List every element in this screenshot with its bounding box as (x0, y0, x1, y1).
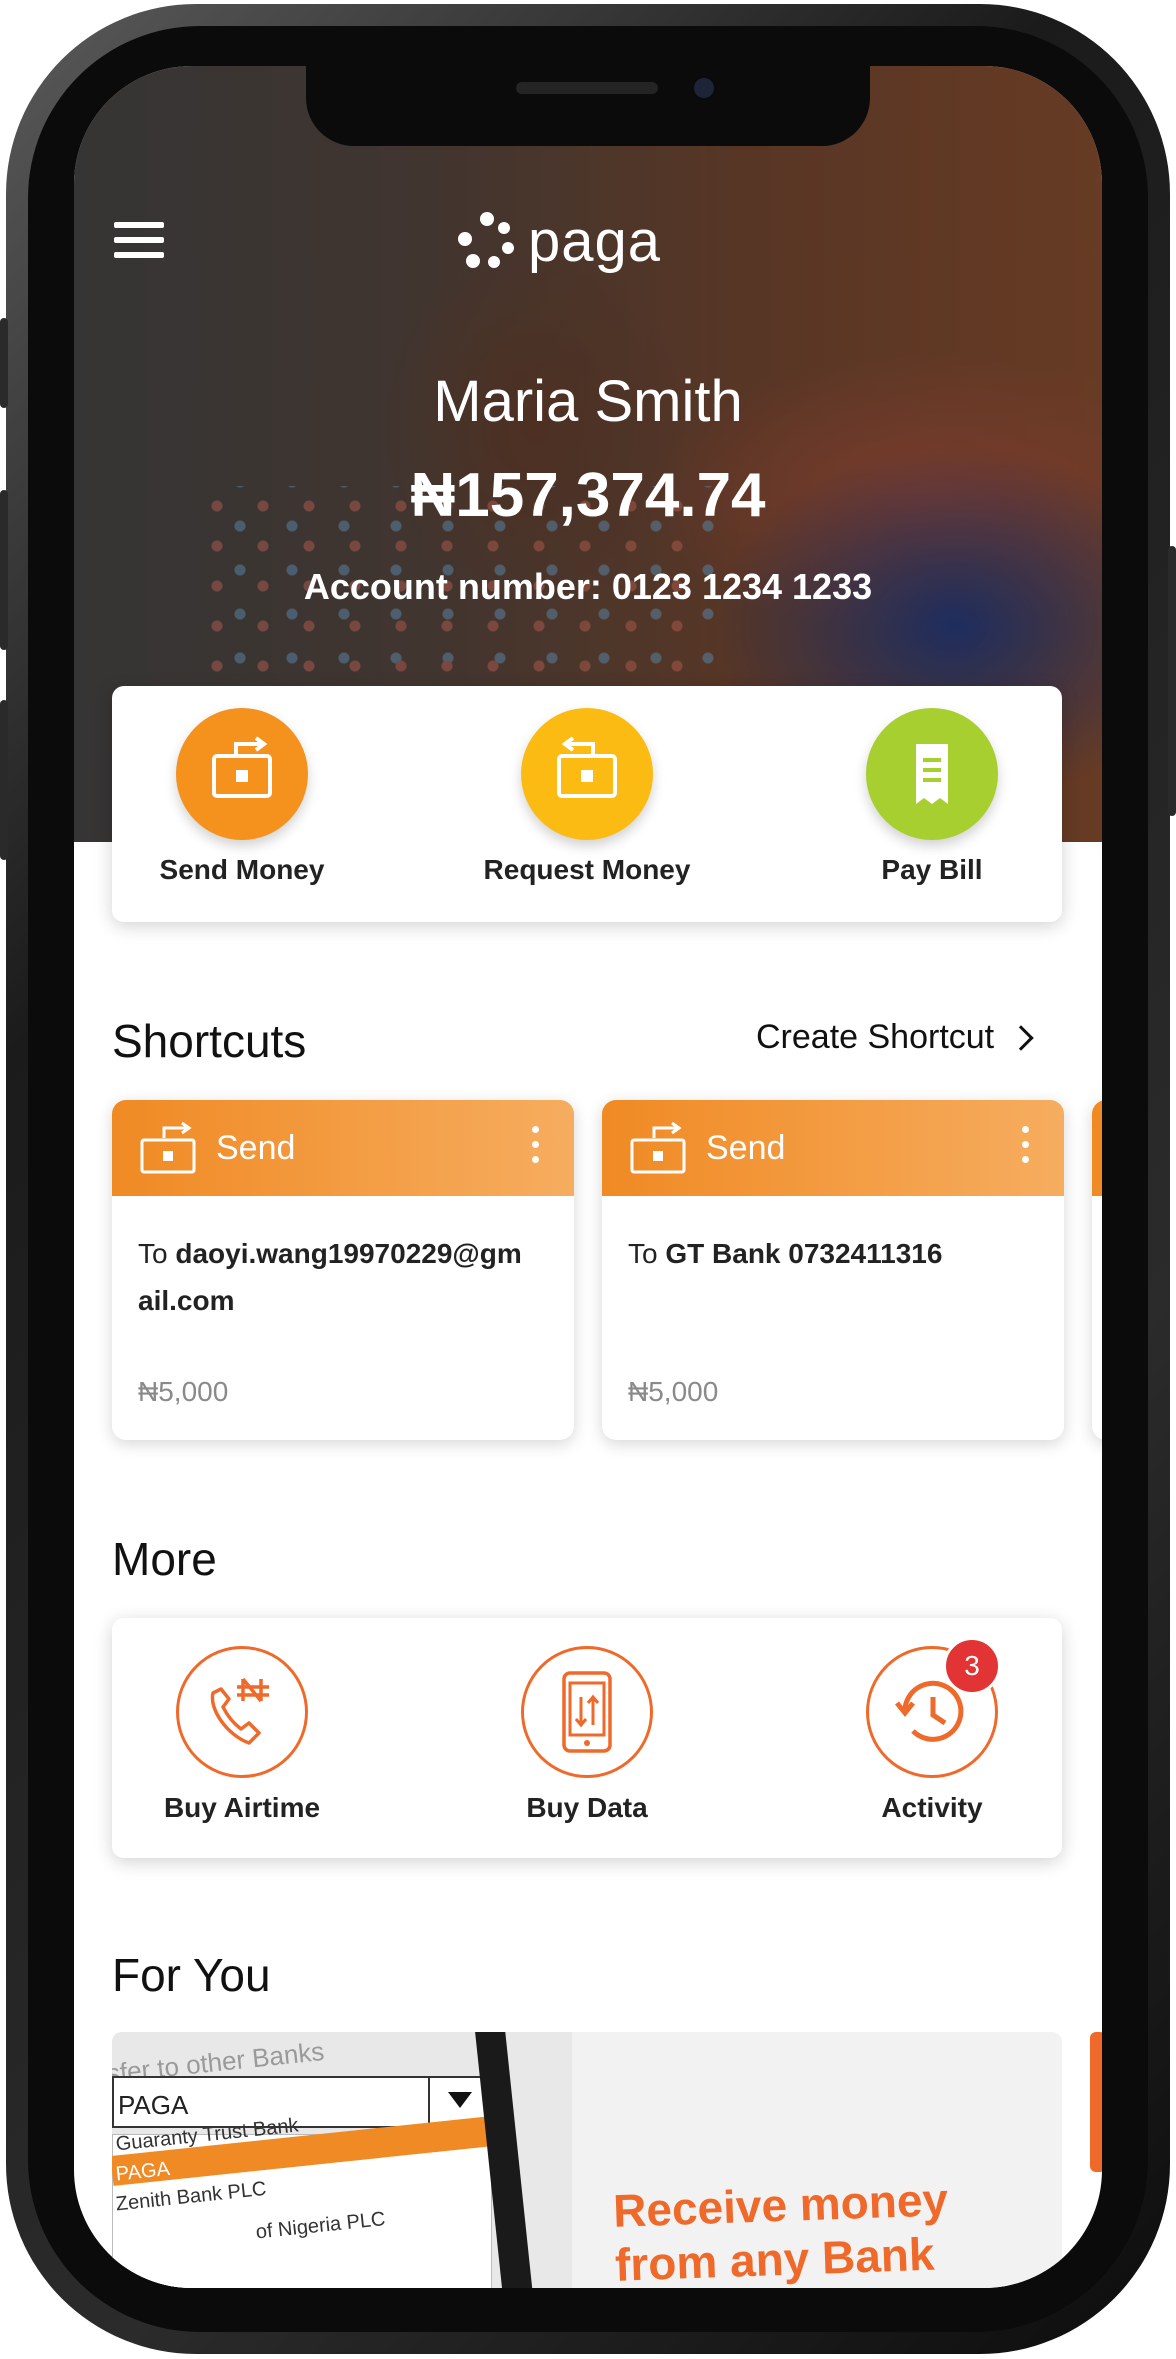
hamburger-menu-icon[interactable] (114, 222, 164, 260)
promo-headline: Receive money from any Bank (612, 2172, 951, 2288)
to-prefix: To (138, 1238, 168, 1269)
pay-bill-button[interactable]: Pay Bill (802, 708, 1062, 886)
request-money-label: Request Money (483, 854, 691, 885)
paga-logo-icon (458, 212, 516, 270)
shortcut-type: Send (706, 1128, 786, 1167)
account-balance: ₦157,374.74 (410, 461, 766, 530)
front-camera (694, 78, 714, 98)
quick-actions-card: Send Money Request Money Pay Bill (112, 686, 1062, 922)
speaker-grille (516, 82, 658, 94)
pay-bill-label: Pay Bill (881, 854, 983, 885)
activity-label: Activity (881, 1792, 983, 1823)
more-title: More (112, 1533, 217, 1585)
send-money-icon (176, 708, 308, 840)
send-money-label: Send Money (159, 854, 325, 885)
shortcut-card[interactable]: Send To GT Bank 0732411316 ₦5,000 (602, 1100, 1064, 1440)
activity-button[interactable]: 3 Activity (802, 1637, 1062, 1824)
shortcut-header: Send (112, 1100, 574, 1196)
shortcut-type: Send (216, 1128, 296, 1167)
history-clock-icon: 3 (866, 1637, 1001, 1778)
shortcut-amount: ₦5,000 (628, 1376, 719, 1407)
buy-data-label: Buy Data (526, 1792, 648, 1823)
app-screen: paga Maria Smith ₦157,374.74 Account num… (74, 66, 1102, 2288)
request-money-icon (521, 708, 653, 840)
shortcut-card[interactable]: Send To daoyi.wang19970229@gm ail.com ₦5… (112, 1100, 574, 1440)
recipient-text: GT Bank 0732411316 (665, 1238, 943, 1269)
recipient-text: daoyi.wang19970229@gm ail.com (138, 1238, 522, 1316)
create-shortcut-label: Create Shortcut (756, 1018, 995, 1056)
account-holder-name: Maria Smith (433, 369, 743, 434)
promo-select-value: PAGA (118, 2090, 189, 2120)
paga-logo: paga (458, 206, 661, 276)
buy-data-button[interactable]: Buy Data (457, 1646, 717, 1824)
for-you-title: For You (112, 1949, 271, 2001)
chevron-right-icon (1008, 1024, 1034, 1051)
promo-card-peek[interactable] (1090, 2032, 1102, 2172)
notification-badge: 3 (943, 1637, 1001, 1695)
send-money-icon (630, 1121, 686, 1174)
shortcuts-title: Shortcuts (112, 1015, 307, 1067)
send-money-icon (140, 1121, 196, 1174)
bill-receipt-icon (866, 708, 998, 840)
buy-airtime-button[interactable]: Buy Airtime (112, 1646, 372, 1824)
dropdown-arrow-icon (448, 2092, 472, 2108)
shortcut-header: Send (602, 1100, 1064, 1196)
shortcut-card-peek[interactable] (1092, 1100, 1102, 1440)
promo-headline-line: from any Bank (614, 2227, 936, 2288)
brand-name: paga (528, 208, 662, 274)
promo-bank-select: PAGA (112, 2076, 492, 2128)
mobile-data-icon (521, 1646, 653, 1778)
notch (306, 66, 870, 146)
shortcut-recipient: To GT Bank 0732411316 (602, 1196, 1064, 1277)
phone-volume-down (0, 700, 8, 860)
more-options-icon[interactable] (532, 1126, 540, 1171)
phone-volume-up (0, 490, 8, 650)
phone-side-button (0, 318, 8, 408)
phone-airtime-icon (176, 1646, 308, 1778)
more-options-icon[interactable] (1022, 1126, 1030, 1171)
promo-banner[interactable]: nsfer to other Banks PAGA Guaranty Trust… (112, 2032, 1062, 2288)
phone-power-button (1168, 546, 1176, 816)
send-money-button[interactable]: Send Money (112, 708, 372, 886)
promo-image: nsfer to other Banks PAGA Guaranty Trust… (112, 2032, 572, 2288)
shortcut-amount: ₦5,000 (138, 1376, 229, 1407)
buy-airtime-label: Buy Airtime (163, 1792, 321, 1823)
request-money-button[interactable]: Request Money (457, 708, 717, 886)
account-number: Account number: 0123 1234 1233 (303, 566, 873, 607)
shortcut-recipient: To daoyi.wang19970229@gm ail.com (112, 1196, 574, 1324)
more-services-card: Buy Airtime Buy Data 3 Activity (112, 1618, 1062, 1858)
create-shortcut-link[interactable]: Create Shortcut (756, 1018, 1034, 1057)
to-prefix: To (628, 1238, 658, 1269)
